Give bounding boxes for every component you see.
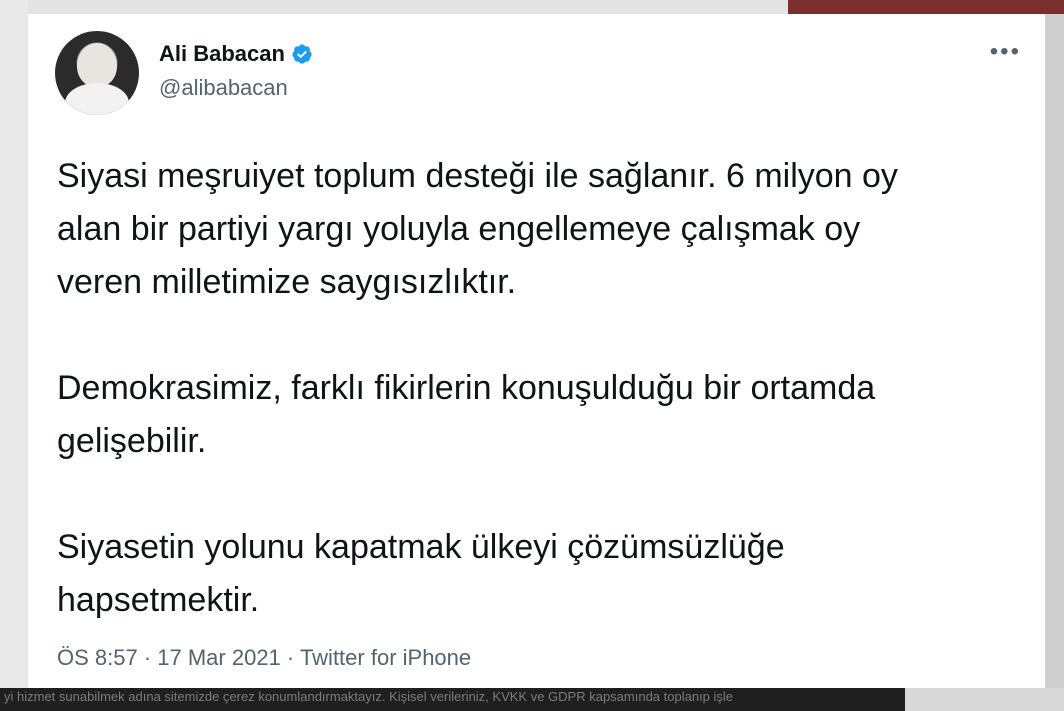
tweet-timestamp[interactable]: ÖS 8:57 · 17 Mar 2021 · Twitter for iPho… [57,645,471,671]
background-article-strip [0,0,28,711]
tweet-paragraph: Siyasi meşruiyet toplum desteği ile sağl… [57,157,898,301]
background-bottom-right [905,688,1064,711]
background-image-strip [788,0,1064,14]
tweet-card: Ali Babacan @alibabacan ••• Siyasi meşru… [28,14,1045,688]
tweet-text: Siyasi meşruiyet toplum desteği ile sağl… [57,150,1027,680]
tweet-paragraph: Demokrasimiz, farklı fikirlerin konuşuld… [57,369,876,460]
verified-badge-icon [291,43,313,65]
background-header-strip [28,0,788,14]
name-row: Ali Babacan [159,41,313,67]
handle[interactable]: @alibabacan [159,75,313,101]
background-right-strip [1045,14,1064,688]
author-block: Ali Babacan @alibabacan [159,41,313,101]
display-name[interactable]: Ali Babacan [159,41,285,67]
avatar[interactable] [55,31,139,115]
tweet-paragraph: Siyasetin yolunu kapatmak ülkeyi çözümsü… [57,528,785,619]
more-options-icon[interactable]: ••• [990,40,1021,64]
